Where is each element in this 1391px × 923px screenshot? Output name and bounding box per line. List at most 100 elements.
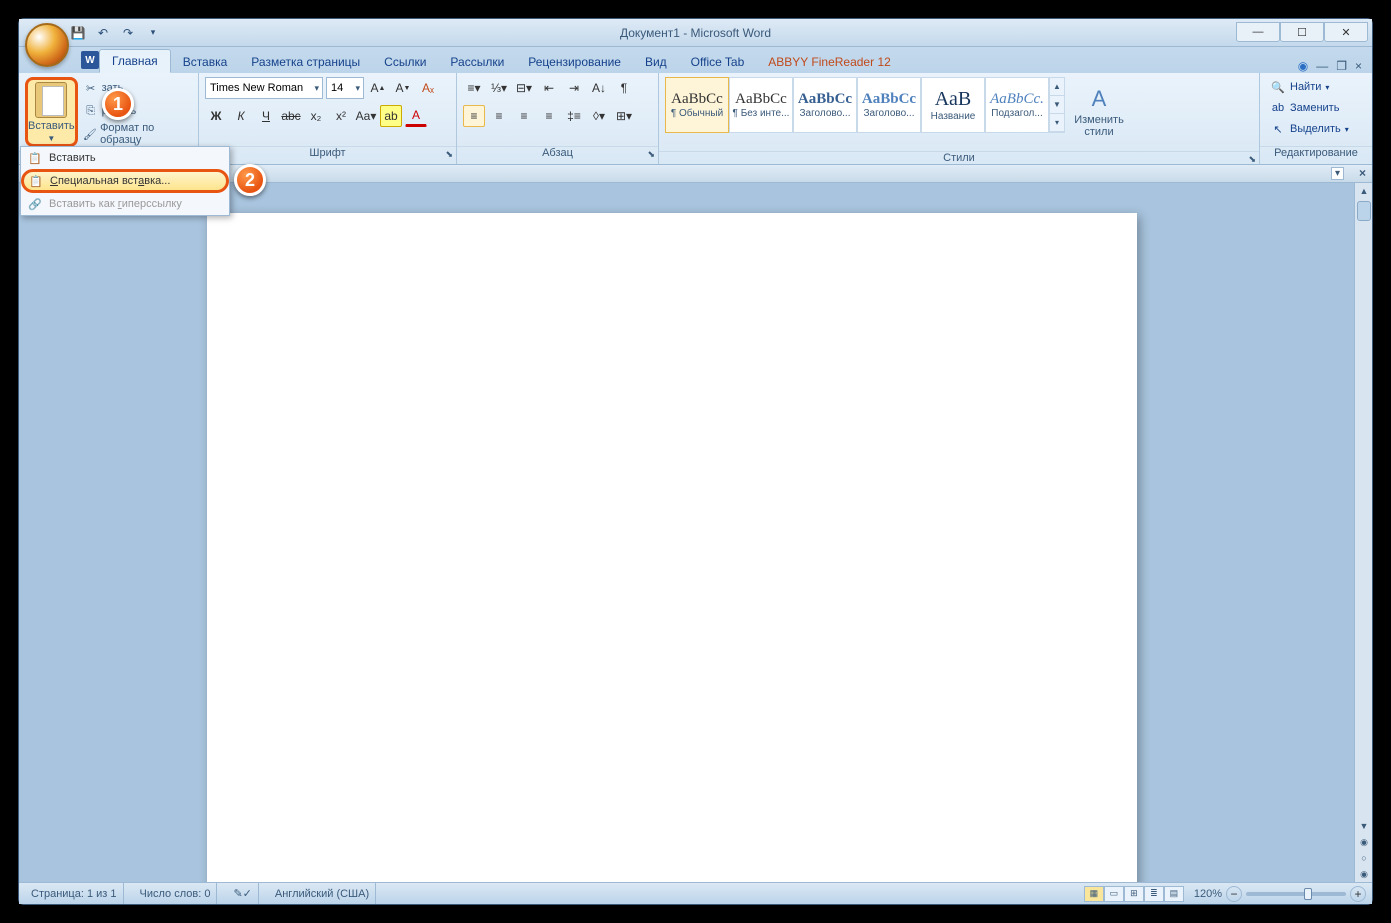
shading-button[interactable]: ◊▾	[588, 105, 610, 127]
view-outline-icon[interactable]: ≣	[1144, 886, 1164, 902]
status-page[interactable]: Страница: 1 из 1	[25, 883, 124, 904]
zoom-in-button[interactable]: +	[1350, 886, 1366, 902]
page[interactable]	[207, 213, 1137, 882]
paste-button[interactable]: Вставить ▼	[25, 77, 78, 147]
clear-formatting-icon[interactable]: Aₓ	[417, 77, 439, 99]
find-button[interactable]: 🔍Найти▾	[1266, 77, 1353, 97]
ribbon-restore-icon[interactable]: ❐	[1336, 59, 1347, 73]
decrease-indent-button[interactable]: ⇤	[538, 77, 560, 99]
font-launcher-icon[interactable]: ⬊	[445, 149, 453, 160]
cut-button[interactable]: ✂зать	[80, 77, 192, 99]
select-button[interactable]: ↖Выделить▾	[1266, 119, 1353, 139]
style-gallery[interactable]: AaBbCc¶ Обычный AaBbCc¶ Без инте... AaBb…	[665, 77, 1065, 133]
view-web-icon[interactable]: ⊞	[1124, 886, 1144, 902]
prev-page-icon[interactable]: ◉	[1355, 834, 1372, 850]
minimize-button[interactable]: —	[1236, 22, 1280, 42]
expand-button-icon[interactable]: ▾	[1331, 167, 1344, 180]
style-normal[interactable]: AaBbCc¶ Обычный	[665, 77, 729, 133]
status-language[interactable]: Английский (США)	[269, 883, 376, 904]
view-draft-icon[interactable]: ▤	[1164, 886, 1184, 902]
tab-references[interactable]: Ссылки	[372, 51, 438, 73]
sort-button[interactable]: A↓	[588, 77, 610, 99]
status-proofing[interactable]: ✎✓	[227, 883, 258, 904]
zoom-level[interactable]: 120%	[1194, 888, 1222, 900]
numbering-button[interactable]: ⅓▾	[488, 77, 510, 99]
shrink-font-icon[interactable]: A▼	[392, 77, 414, 99]
group-editing: 🔍Найти▾ abЗаменить ↖Выделить▾ Редактиров…	[1260, 73, 1372, 164]
superscript-button[interactable]: x²	[330, 105, 352, 127]
maximize-button[interactable]: ☐	[1280, 22, 1324, 42]
font-name-combo[interactable]: Times New Roman	[205, 77, 323, 99]
status-words[interactable]: Число слов: 0	[134, 883, 218, 904]
grow-font-icon[interactable]: A▲	[367, 77, 389, 99]
group-styles: AaBbCc¶ Обычный AaBbCc¶ Без инте... AaBb…	[659, 73, 1260, 164]
italic-button[interactable]: К	[230, 105, 252, 127]
justify-button[interactable]: ≡	[538, 105, 560, 127]
scroll-down-icon[interactable]: ▼	[1355, 818, 1372, 834]
zoom-slider-knob[interactable]	[1304, 888, 1312, 900]
align-right-button[interactable]: ≡	[513, 105, 535, 127]
browse-object-icon[interactable]: ○	[1355, 850, 1372, 866]
copy-button[interactable]: ⎘ровать	[80, 100, 192, 122]
ribbon-minimize-icon[interactable]: —	[1316, 59, 1328, 73]
close-ruler-icon[interactable]: ×	[1359, 166, 1366, 180]
show-marks-button[interactable]: ¶	[613, 77, 635, 99]
zoom-out-button[interactable]: −	[1226, 886, 1242, 902]
menu-paste-special[interactable]: 📋 Специальная вставка...	[22, 170, 228, 192]
redo-icon[interactable]: ↷	[117, 22, 139, 44]
replace-button[interactable]: abЗаменить	[1266, 98, 1353, 118]
tab-mailings[interactable]: Рассылки	[438, 51, 516, 73]
scroll-up-icon[interactable]: ▲	[1355, 183, 1372, 199]
ribbon-close-icon[interactable]: ×	[1355, 59, 1362, 73]
tab-insert[interactable]: Вставка	[171, 51, 240, 73]
style-scroll[interactable]: ▲▼▾	[1049, 77, 1065, 133]
style-subtitle[interactable]: AaBbCc.Подзагол...	[985, 77, 1049, 133]
office-button[interactable]	[25, 23, 69, 67]
tab-home[interactable]: Главная	[99, 49, 171, 73]
borders-button[interactable]: ⊞▾	[613, 105, 635, 127]
undo-icon[interactable]: ↶	[92, 22, 114, 44]
help-icon[interactable]: ◉	[1298, 59, 1308, 73]
style-title[interactable]: АаВНазвание	[921, 77, 985, 133]
font-size-combo[interactable]: 14	[326, 77, 364, 99]
proofing-icon: ✎✓	[233, 887, 251, 900]
close-button[interactable]: ✕	[1324, 22, 1368, 42]
strikethrough-button[interactable]: abc	[280, 105, 302, 127]
tab-abbyy[interactable]: ABBYY FineReader 12	[756, 51, 903, 73]
style-no-spacing[interactable]: AaBbCc¶ Без инте...	[729, 77, 793, 133]
format-painter-button[interactable]: 🖌Формат по образцу	[80, 123, 192, 145]
paste-dropdown-menu: 📋 Вставить 📋 Специальная вставка... 🔗 Вс…	[20, 146, 230, 216]
tab-office-tab[interactable]: Office Tab	[679, 51, 757, 73]
change-styles-button[interactable]: A Изменить стили	[1067, 77, 1131, 147]
tab-page-layout[interactable]: Разметка страницы	[239, 51, 372, 73]
view-print-layout-icon[interactable]: ▦	[1084, 886, 1104, 902]
scroll-thumb[interactable]	[1357, 201, 1371, 221]
menu-paste[interactable]: 📋 Вставить	[21, 147, 229, 169]
zoom-slider[interactable]	[1246, 892, 1346, 896]
align-left-button[interactable]: ≡	[463, 105, 485, 127]
vertical-scrollbar[interactable]: ▲ ▼ ◉ ○ ◉	[1354, 183, 1372, 882]
line-spacing-button[interactable]: ‡≡	[563, 105, 585, 127]
highlight-button[interactable]: ab	[380, 105, 402, 127]
qat-customize-icon[interactable]: ▾	[142, 22, 164, 44]
paste-label: Вставить	[28, 120, 75, 132]
underline-button[interactable]: Ч	[255, 105, 277, 127]
subscript-button[interactable]: x₂	[305, 105, 327, 127]
align-center-button[interactable]: ≡	[488, 105, 510, 127]
next-page-icon[interactable]: ◉	[1355, 866, 1372, 882]
increase-indent-button[interactable]: ⇥	[563, 77, 585, 99]
tab-review[interactable]: Рецензирование	[516, 51, 633, 73]
style-heading1[interactable]: AaBbCcЗаголово...	[793, 77, 857, 133]
multilevel-button[interactable]: ⊟▾	[513, 77, 535, 99]
change-case-button[interactable]: Aa▾	[355, 105, 377, 127]
group-paragraph: ≡▾ ⅓▾ ⊟▾ ⇤ ⇥ A↓ ¶ ≡ ≡ ≡ ≡ ‡≡ ◊▾ ⊞▾	[457, 73, 659, 164]
paragraph-launcher-icon[interactable]: ⬊	[647, 149, 655, 160]
bold-button[interactable]: Ж	[205, 105, 227, 127]
save-icon[interactable]: 💾	[67, 22, 89, 44]
bullets-button[interactable]: ≡▾	[463, 77, 485, 99]
view-full-screen-icon[interactable]: ▭	[1104, 886, 1124, 902]
style-heading2[interactable]: AaBbCcЗаголово...	[857, 77, 921, 133]
font-color-button[interactable]: A	[405, 105, 427, 127]
styles-launcher-icon[interactable]: ⬊	[1248, 154, 1256, 165]
tab-view[interactable]: Вид	[633, 51, 679, 73]
